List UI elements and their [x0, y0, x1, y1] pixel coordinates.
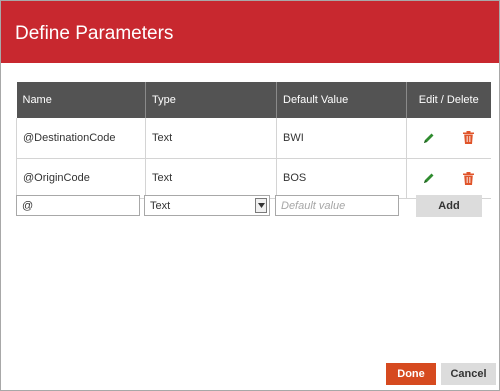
- define-parameters-dialog: Define Parameters Name Type Default Valu…: [0, 0, 500, 391]
- new-parameter-row: Text Add: [1, 195, 500, 219]
- trash-icon[interactable]: [462, 130, 476, 146]
- param-default-value: BOS: [276, 158, 407, 199]
- param-name: @OriginCode: [16, 158, 146, 199]
- pencil-icon[interactable]: [422, 170, 436, 186]
- new-param-type-select[interactable]: Text: [144, 195, 270, 216]
- trash-icon[interactable]: [462, 170, 476, 186]
- param-type: Text: [145, 158, 277, 199]
- title-bar: Define Parameters: [1, 1, 499, 63]
- pencil-icon[interactable]: [422, 130, 436, 146]
- row-actions: [406, 158, 491, 199]
- chevron-down-icon[interactable]: [255, 198, 267, 213]
- table-row: @DestinationCode Text BWI: [16, 118, 491, 159]
- new-param-default-value-input[interactable]: [275, 195, 399, 216]
- column-header-name: Name: [16, 82, 146, 118]
- add-button[interactable]: Add: [416, 195, 482, 217]
- column-header-type: Type: [145, 82, 277, 118]
- column-header-default-value: Default Value: [276, 82, 407, 118]
- parameters-table: Name Type Default Value Edit / Delete @D…: [16, 82, 491, 199]
- param-name: @DestinationCode: [16, 118, 146, 159]
- table-header: Name Type Default Value Edit / Delete: [16, 82, 491, 118]
- param-type: Text: [145, 118, 277, 159]
- new-param-name-input[interactable]: [16, 195, 140, 216]
- table-row: @OriginCode Text BOS: [16, 158, 491, 199]
- row-actions: [406, 118, 491, 159]
- column-header-edit-delete: Edit / Delete: [406, 82, 491, 118]
- type-select-value: Text: [150, 200, 171, 212]
- dialog-title: Define Parameters: [15, 23, 174, 44]
- param-default-value: BWI: [276, 118, 407, 159]
- cancel-button[interactable]: Cancel: [441, 363, 496, 385]
- done-button[interactable]: Done: [386, 363, 436, 385]
